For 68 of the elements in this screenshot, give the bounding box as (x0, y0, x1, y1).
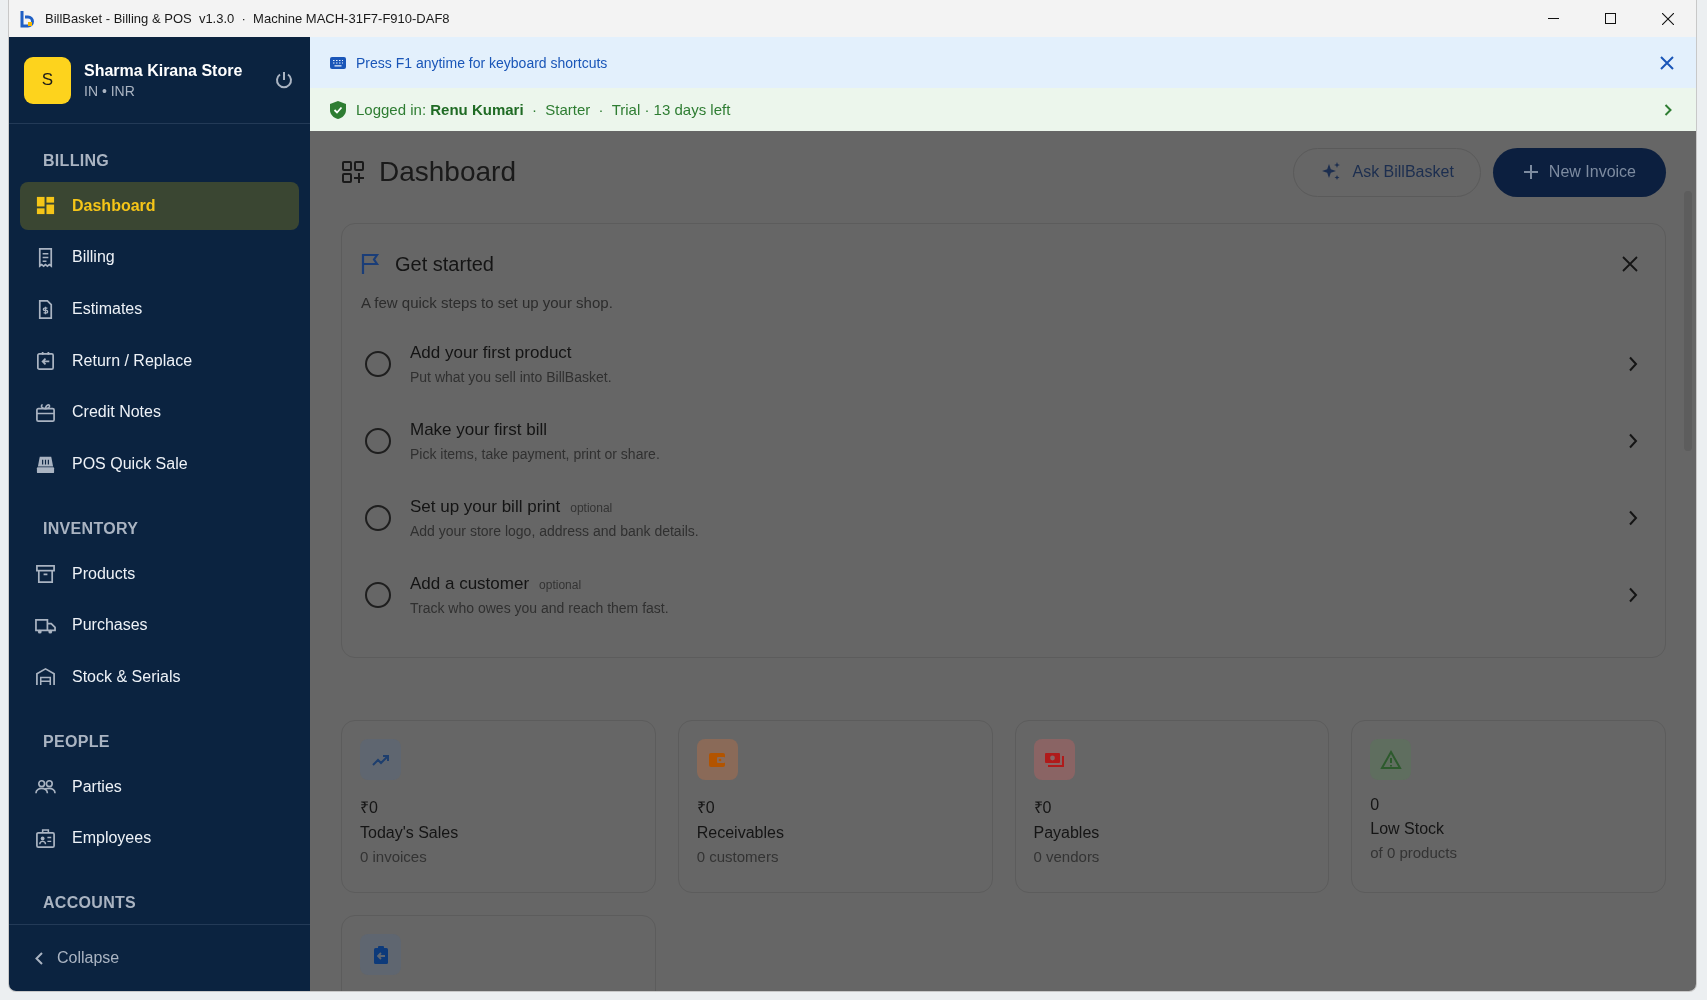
stat-value: ₹0 (360, 798, 379, 818)
id-badge-icon (35, 827, 56, 849)
stat-value: 0 (1370, 796, 1381, 814)
shield-check-icon (330, 100, 346, 119)
section-heading: BILLING (42, 151, 111, 171)
section-heading: ACCOUNTS (42, 893, 138, 914)
warehouse-icon (35, 666, 56, 688)
chevron-right-icon (1628, 355, 1638, 372)
close-button[interactable] (1622, 256, 1638, 272)
close-icon (1661, 12, 1674, 25)
section-heading: PEOPLE (42, 731, 111, 752)
nav-item[interactable]: Dashboard (20, 182, 299, 230)
store-avatar: S (24, 56, 71, 104)
stat-value: ₹0 (696, 798, 716, 818)
nav-item[interactable]: Credit Notes (20, 388, 299, 437)
store-name: Sharma Kirana Store (84, 61, 243, 80)
dashboard-icon (341, 160, 365, 184)
nav-item[interactable]: Return / Replace (20, 336, 299, 385)
stat-label: Payables (1033, 824, 1101, 842)
step-title: Add a customer (410, 573, 530, 594)
section-heading: INVENTORY (42, 518, 140, 539)
chevron-right-icon (1664, 103, 1672, 116)
maximize-icon (1605, 13, 1616, 24)
stat-label: Receivables (696, 824, 785, 842)
new-invoice-button[interactable]: New Invoice (1492, 147, 1666, 197)
collapse-button[interactable]: Collapse (35, 945, 120, 971)
step-title: Add your first product (410, 342, 572, 363)
nav-item[interactable]: Purchases (20, 601, 299, 650)
stat-label: Low Stock (1370, 820, 1446, 838)
chevron-right-icon (1628, 586, 1638, 603)
app-logo-icon (19, 9, 35, 28)
nav-item[interactable]: Billing (20, 233, 299, 282)
grid-icon (35, 195, 56, 217)
step-checkbox[interactable] (365, 427, 391, 454)
nav-item[interactable]: Parties (20, 762, 299, 811)
flag-icon (361, 253, 381, 275)
shortcut-hint: Press F1 anytime for keyboard shortcuts (356, 54, 608, 71)
store-region: IN • INR (84, 82, 136, 99)
close-icon (1622, 256, 1638, 272)
step-checkbox[interactable] (365, 504, 391, 531)
window-title: BillBasket - Billing & POS v1.3.0 · Machine MACH-31F7-F910-DAF8 (45, 11, 450, 26)
nav-item[interactable]: Employees (20, 814, 299, 863)
stat-value: ₹0 (1033, 798, 1053, 818)
return-icon (35, 350, 56, 372)
step-title: Set up your bill print (410, 496, 561, 517)
card-subtitle: A few quick steps to set up your shop. (361, 294, 614, 311)
close-button[interactable] (1660, 55, 1674, 70)
step-checkbox[interactable] (365, 350, 391, 377)
nav-item[interactable]: Estimates (20, 285, 299, 333)
close-icon (1660, 55, 1674, 70)
nav-item[interactable]: Products (20, 549, 299, 598)
plus-icon (1522, 164, 1539, 180)
keyboard-icon (330, 56, 346, 69)
gift-card-icon (35, 401, 56, 423)
chevron-right-icon (1628, 509, 1638, 526)
chevron-left-icon (35, 951, 43, 965)
nav-item[interactable]: POS Quick Sale (20, 440, 299, 488)
login-status: Logged in: Renu Kumari · Starter · Trial · 13 days left (356, 101, 731, 118)
stat-label: Today's Sales (360, 824, 460, 842)
step-checkbox[interactable] (365, 581, 391, 608)
archive-box-icon (35, 563, 56, 585)
power-icon[interactable] (274, 70, 294, 90)
chevron-right-icon (1628, 432, 1638, 449)
nav-item[interactable]: Stock & Serials (20, 653, 299, 701)
chevron-right-button[interactable] (1664, 103, 1674, 116)
card-title: Get started (395, 252, 494, 276)
step-title: Make your first bill (410, 419, 547, 440)
page-title: Dashboard (379, 156, 516, 188)
